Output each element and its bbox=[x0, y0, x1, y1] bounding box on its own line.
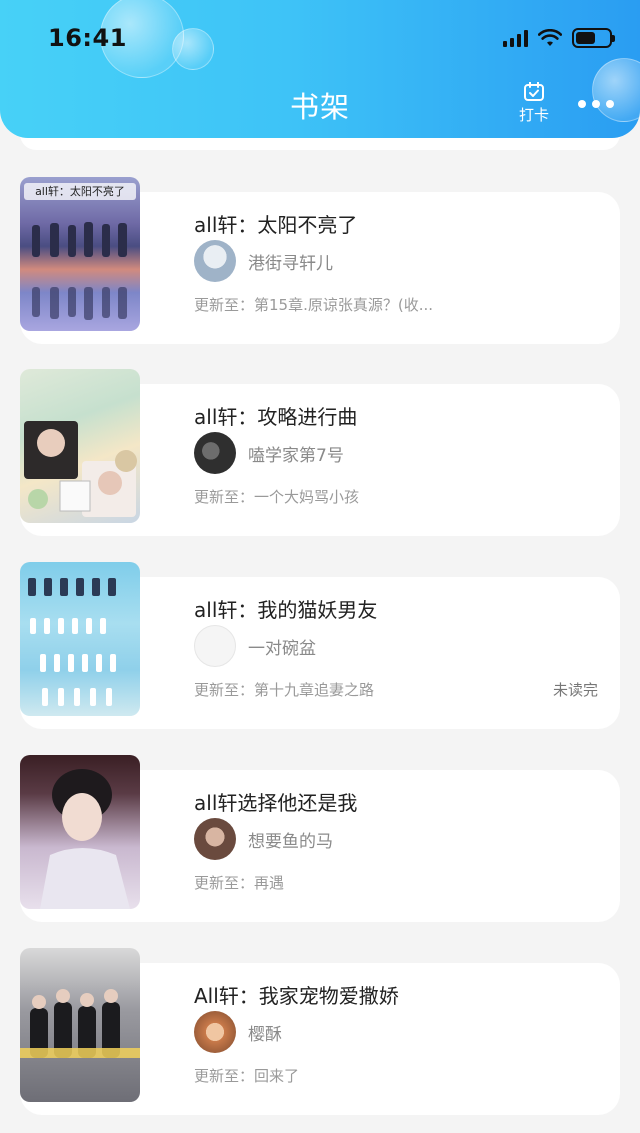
more-options-icon[interactable] bbox=[578, 100, 614, 108]
book-cover[interactable] bbox=[20, 562, 140, 716]
author-name: 嗑学家第7号 bbox=[248, 445, 344, 466]
book-cover[interactable] bbox=[20, 755, 140, 909]
author-row: 一对碗盆 bbox=[194, 625, 316, 667]
author-avatar bbox=[194, 432, 236, 474]
book-title: all轩：太阳不亮了 bbox=[194, 213, 358, 237]
cover-collage bbox=[24, 421, 137, 517]
checkin-button[interactable]: 打卡 bbox=[514, 81, 554, 125]
author-row: 想要鱼的马 bbox=[194, 818, 333, 860]
book-title: all轩：攻略进行曲 bbox=[194, 405, 358, 429]
calendar-check-icon bbox=[524, 81, 544, 101]
cover-group-photo bbox=[20, 989, 140, 1058]
update-text: 更新至：再遇 bbox=[194, 874, 285, 892]
update-text: 更新至：第15章.原谅张真源？(收... bbox=[194, 296, 434, 314]
author-name: 一对碗盆 bbox=[248, 638, 316, 659]
update-text: 更新至：一个大妈骂小孩 bbox=[194, 488, 360, 506]
book-cover[interactable] bbox=[20, 369, 140, 523]
author-avatar bbox=[194, 240, 236, 282]
author-name: 樱酥 bbox=[248, 1024, 282, 1045]
update-text: 更新至：回来了 bbox=[194, 1067, 300, 1085]
update-text: 更新至：第十九章追妻之路 bbox=[194, 681, 375, 699]
unread-status: 未读完 bbox=[552, 681, 598, 699]
cellular-signal-icon bbox=[503, 29, 528, 47]
cover-portrait bbox=[40, 769, 130, 909]
wifi-icon bbox=[538, 29, 562, 46]
author-row: 港街寻轩儿 bbox=[194, 240, 333, 282]
book-title: all轩选择他还是我 bbox=[194, 791, 358, 815]
decorative-bubble bbox=[172, 28, 214, 70]
app-header: 16:41 书架 打卡 bbox=[0, 0, 640, 138]
author-avatar bbox=[194, 818, 236, 860]
book-cover[interactable]: all轩：太阳不亮了 bbox=[20, 177, 140, 331]
cover-group-photo bbox=[28, 578, 116, 706]
author-name: 港街寻轩儿 bbox=[248, 253, 333, 274]
author-name: 想要鱼的马 bbox=[248, 831, 333, 852]
author-avatar bbox=[194, 625, 236, 667]
book-title: All轩：我家宠物爱撒娇 bbox=[194, 984, 399, 1008]
cover-figures bbox=[32, 222, 127, 320]
battery-icon bbox=[572, 28, 615, 48]
book-title: all轩：我的猫妖男友 bbox=[194, 598, 378, 622]
author-avatar bbox=[194, 1011, 236, 1053]
status-time: 16:41 bbox=[48, 24, 127, 52]
author-row: 樱酥 bbox=[194, 1011, 282, 1053]
checkin-label: 打卡 bbox=[518, 106, 549, 124]
author-row: 嗑学家第7号 bbox=[194, 432, 344, 474]
book-cover[interactable] bbox=[20, 948, 140, 1102]
status-icons bbox=[503, 28, 615, 48]
